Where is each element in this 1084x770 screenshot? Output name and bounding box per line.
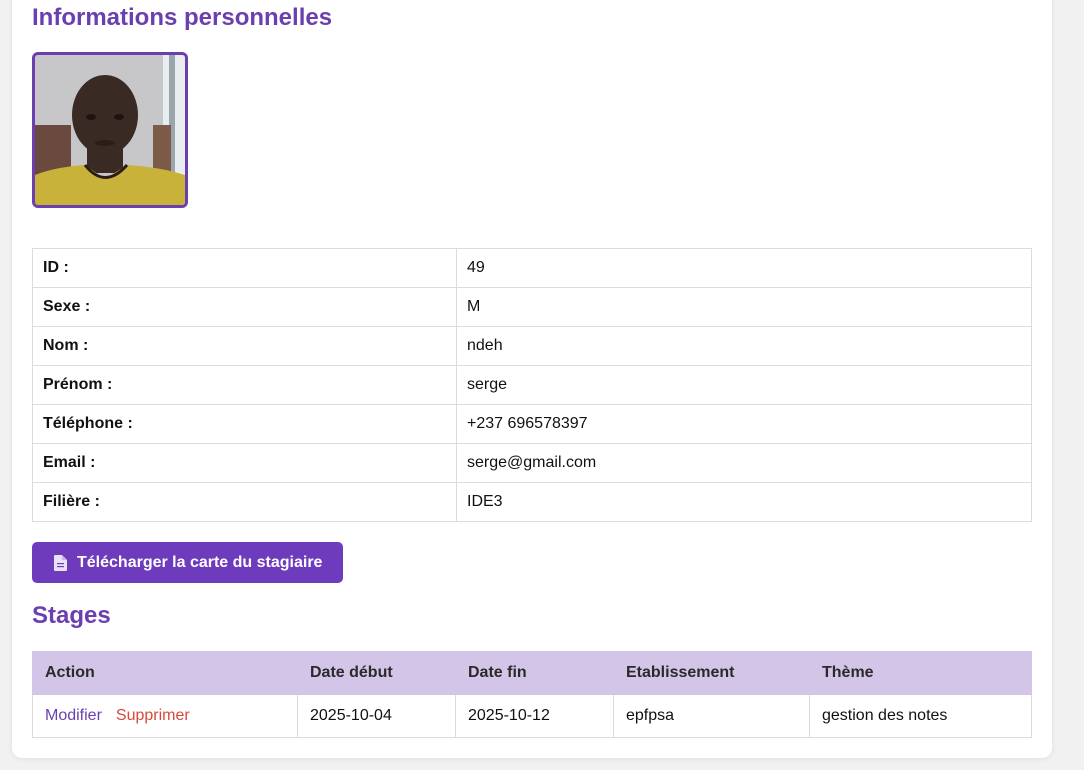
document-icon <box>54 554 67 571</box>
date-debut-cell: 2025-10-04 <box>297 694 456 738</box>
info-row-email: Email : serge@gmail.com <box>32 443 1032 483</box>
info-value: 49 <box>456 248 1032 288</box>
info-value: serge <box>456 365 1032 405</box>
info-value: M <box>456 287 1032 327</box>
date-fin-cell: 2025-10-12 <box>455 694 614 738</box>
info-label: Nom : <box>32 326 457 366</box>
info-value: ndeh <box>456 326 1032 366</box>
column-header-theme: Thème <box>809 651 1032 695</box>
info-row-filiere: Filière : IDE3 <box>32 482 1032 522</box>
column-header-etablissement: Etablissement <box>613 651 810 695</box>
theme-cell: gestion des notes <box>809 694 1032 738</box>
section-title-stages: Stages <box>32 602 111 629</box>
profile-photo <box>32 52 188 208</box>
edit-link[interactable]: Modifier <box>45 707 102 724</box>
info-row-sexe: Sexe : M <box>32 287 1032 327</box>
column-header-date-debut: Date début <box>297 651 456 695</box>
info-row-id: ID : 49 <box>32 248 1032 288</box>
download-button-label: Télécharger la carte du stagiaire <box>77 553 323 571</box>
info-row-telephone: Téléphone : +237 696578397 <box>32 404 1032 444</box>
info-row-prenom: Prénom : serge <box>32 365 1032 405</box>
column-header-action: Action <box>32 651 298 695</box>
stages-header-row: Action Date début Date fin Etablissement… <box>32 651 1032 695</box>
avatar-image <box>35 55 185 205</box>
section-title-info: Informations personnelles <box>32 4 333 31</box>
info-label: Email : <box>32 443 457 483</box>
stages-table: Action Date début Date fin Etablissement… <box>32 651 1032 738</box>
action-cell: Modifier Supprimer <box>32 694 298 738</box>
delete-link[interactable]: Supprimer <box>116 707 190 724</box>
info-row-nom: Nom : ndeh <box>32 326 1032 366</box>
info-label: ID : <box>32 248 457 288</box>
info-label: Filière : <box>32 482 457 522</box>
info-label: Sexe : <box>32 287 457 327</box>
profile-card: Informations personnelles ID : 49 Sexe : <box>12 0 1052 758</box>
info-table: ID : 49 Sexe : M Nom : ndeh Prénom : ser… <box>32 248 1032 522</box>
etablissement-cell: epfpsa <box>613 694 810 738</box>
info-value: serge@gmail.com <box>456 443 1032 483</box>
info-value: +237 696578397 <box>456 404 1032 444</box>
info-label: Prénom : <box>32 365 457 405</box>
table-row: Modifier Supprimer 2025-10-04 2025-10-12 … <box>32 694 1032 738</box>
info-value: IDE3 <box>456 482 1032 522</box>
column-header-date-fin: Date fin <box>455 651 614 695</box>
download-card-button[interactable]: Télécharger la carte du stagiaire <box>32 542 343 583</box>
info-label: Téléphone : <box>32 404 457 444</box>
